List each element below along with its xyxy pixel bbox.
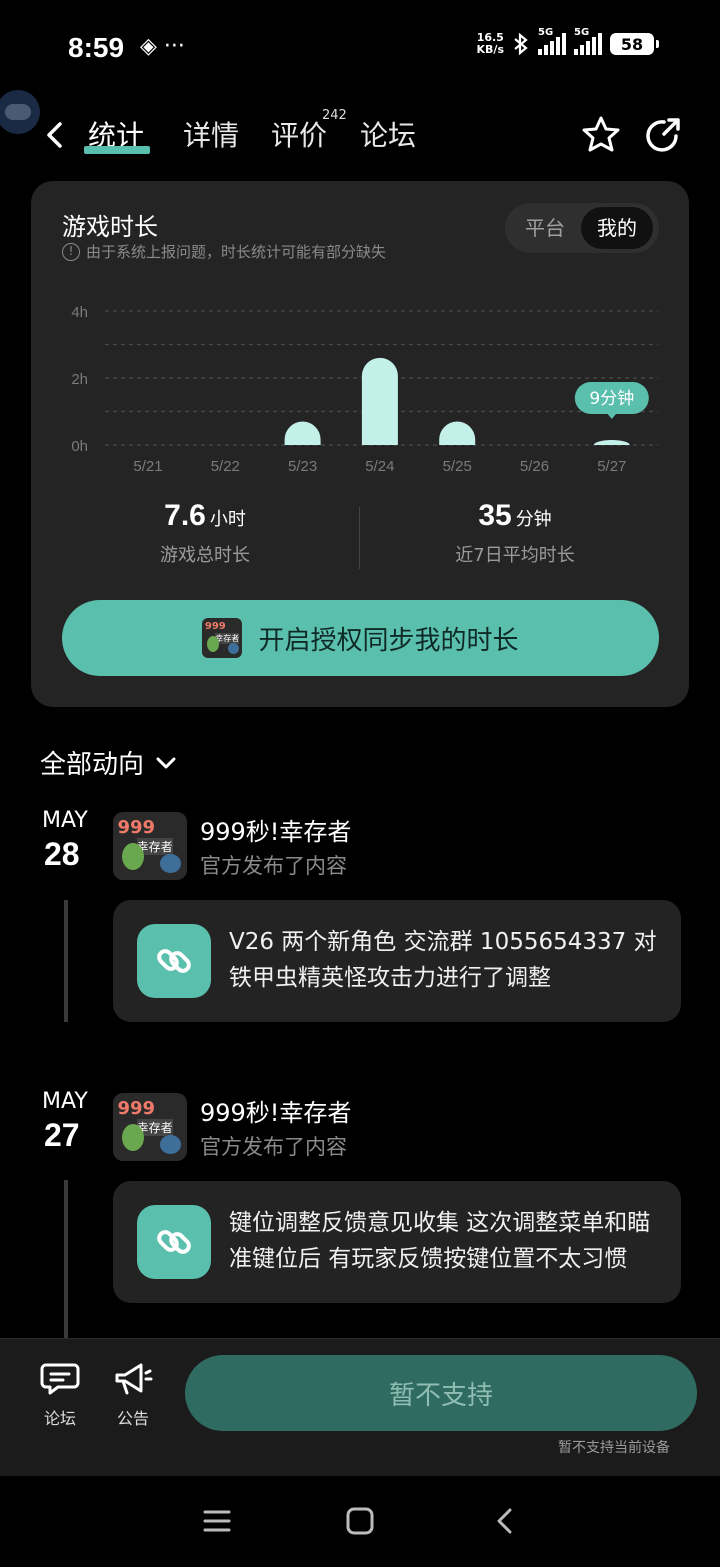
card-note-text: 由于系统上报问题，时长统计可能有部分缺失 [86,243,387,261]
post-card[interactable]: 键位调整反馈意见收集 这次调整菜单和瞄准键位后 有玩家反馈按键位置不太习惯 [113,1181,681,1303]
home-icon[interactable] [345,1506,375,1536]
stat-divider [359,507,360,569]
post-text: V26 两个新角色 交流群 1055654337 对铁甲虫精英怪攻击力进行了调整 [229,929,657,991]
chart-highlight-label: 9分钟 [589,389,634,409]
game-thumbnail: 999 幸存者 [113,812,187,880]
battery-icon: 58 [610,33,659,55]
back-arrow-icon[interactable] [40,120,70,150]
average-playtime: 35 分钟 近7日平均时长 [385,499,645,567]
data-source-toggle: 平台 我的 [505,203,659,253]
reviews-count-badge: 242 [322,108,347,123]
post-day: 27 [44,1117,80,1153]
chart-y-tick-label: 0h [71,438,88,455]
average-label: 近7日平均时长 [455,545,575,566]
signal-sim1-icon: 5G [538,27,566,55]
feed-filter-dropdown[interactable]: 全部动向 [40,744,178,781]
forum-label: 论坛 [43,1409,76,1428]
post-action: 官方发布了内容 [200,1135,347,1159]
chart-x-tick-label: 5/23 [288,458,317,475]
timeline-line [64,1180,68,1338]
back-nav-icon[interactable] [490,1506,520,1536]
post-game-name[interactable]: 999秒!幸存者 [200,812,351,847]
game-icon: 999 幸存者 [202,618,243,658]
chevron-down-icon [156,757,176,768]
post-game-avatar[interactable]: 999 幸存者 [113,812,187,880]
chart-bar [284,421,321,445]
tab-active-indicator [84,146,150,154]
post-text: 键位调整反馈意见收集 这次调整菜单和瞄准键位后 有玩家反馈按键位置不太习惯 [229,1210,651,1272]
chart-y-tick-label: 2h [71,371,88,388]
notice-label: 公告 [116,1409,149,1428]
favorite-star-icon[interactable] [580,114,622,156]
chart-bar [361,357,398,445]
chart-x-tick-label: 5/21 [133,458,162,475]
toggle-mine[interactable]: 我的 [581,207,653,249]
chart-bar [593,439,630,445]
sim1-label: 5G [538,27,554,38]
toggle-platform[interactable]: 平台 [509,207,581,249]
playtime-card: 游戏时长 ! 由于系统上报问题，时长统计可能有部分缺失 平台 我的 4h 2h 0h… [31,181,689,707]
bottom-action-bar: 论坛 公告 暂不支持 暂不支持当前设备 [0,1338,720,1476]
card-title: 游戏时长 [62,213,158,241]
post-game-avatar[interactable]: 999 幸存者 [113,1093,187,1161]
chart-x-tick-label: 5/25 [443,458,472,475]
unsupported-note: 暂不支持当前设备 [558,1440,670,1456]
bluetooth-icon [514,32,528,56]
post-month: MAY [42,808,88,833]
unsupported-button[interactable]: 暂不支持 [185,1355,697,1431]
signal-sim2-icon: 5G [574,27,602,55]
tab-forum[interactable]: 论坛 [360,114,416,154]
post-action: 官方发布了内容 [200,854,347,878]
chart-x-tick-label: 5/24 [365,458,394,475]
menu-icon[interactable] [202,1506,232,1536]
link-icon [137,924,211,998]
forum-chat-icon [40,1363,80,1395]
average-value: 35 [478,499,512,532]
status-notification-icons: ◈ ··· [140,34,185,59]
post-month: MAY [42,1089,88,1114]
timeline-line [64,900,68,1022]
chart-x-tick-label: 5/26 [520,458,549,475]
playtime-chart: 4h 2h 0h 5/21 5/22 5/23 5/24 5/25 5/26 5/27 9分钟 [71,304,658,475]
share-icon[interactable] [642,114,684,156]
total-playtime: 7.6 小时 游戏总时长 [75,499,335,567]
post-game-name[interactable]: 999秒!幸存者 [200,1093,351,1128]
feed-filter-label: 全部动向 [40,750,145,780]
chart-y-tick-label: 4h [71,304,88,321]
thumb-number: 999 [117,817,156,839]
info-icon: ! [62,242,80,261]
system-nav-bar [0,1476,720,1567]
tab-details[interactable]: 详情 [183,114,239,154]
post-day: 28 [44,836,80,872]
chart-bar [439,421,476,445]
top-nav: 统计 详情 评价 242 论坛 [0,106,720,166]
total-unit: 小时 [209,509,246,530]
notice-shortcut[interactable]: 公告 [103,1361,163,1429]
status-right-group: 16.5 KB/s 5G 5G 58 [477,27,659,56]
tab-reviews[interactable]: 评价 [271,114,327,154]
forum-shortcut[interactable]: 论坛 [30,1361,90,1429]
total-label: 游戏总时长 [160,545,250,566]
enable-sync-button[interactable]: 999 幸存者 开启授权同步我的时长 [62,600,659,676]
link-icon [137,1205,211,1279]
network-speed-unit: KB/s [476,43,504,56]
card-note: ! 由于系统上报问题，时长统计可能有部分缺失 [62,241,386,262]
enable-sync-label: 开启授权同步我的时长 [258,625,519,656]
status-time: 8:59 [68,32,125,63]
thumb-number: 999 [117,1098,156,1120]
game-thumbnail: 999 幸存者 [113,1093,187,1161]
megaphone-icon [115,1363,153,1395]
chart-x-tick-label: 5/22 [211,458,240,475]
total-value: 7.6 [164,499,206,532]
chart-tooltip-pointer [606,412,617,419]
post-card[interactable]: V26 两个新角色 交流群 1055654337 对铁甲虫精英怪攻击力进行了调整 [113,900,681,1022]
thumb-number: 999 [204,621,226,633]
average-unit: 分钟 [515,509,552,530]
network-speed: 16.5 KB/s [477,32,504,56]
chart-x-tick-label: 5/27 [597,458,626,475]
sim2-label: 5G [574,27,590,38]
status-bar: 8:59 ◈ ··· 16.5 KB/s 5G 5G 58 [0,0,720,96]
